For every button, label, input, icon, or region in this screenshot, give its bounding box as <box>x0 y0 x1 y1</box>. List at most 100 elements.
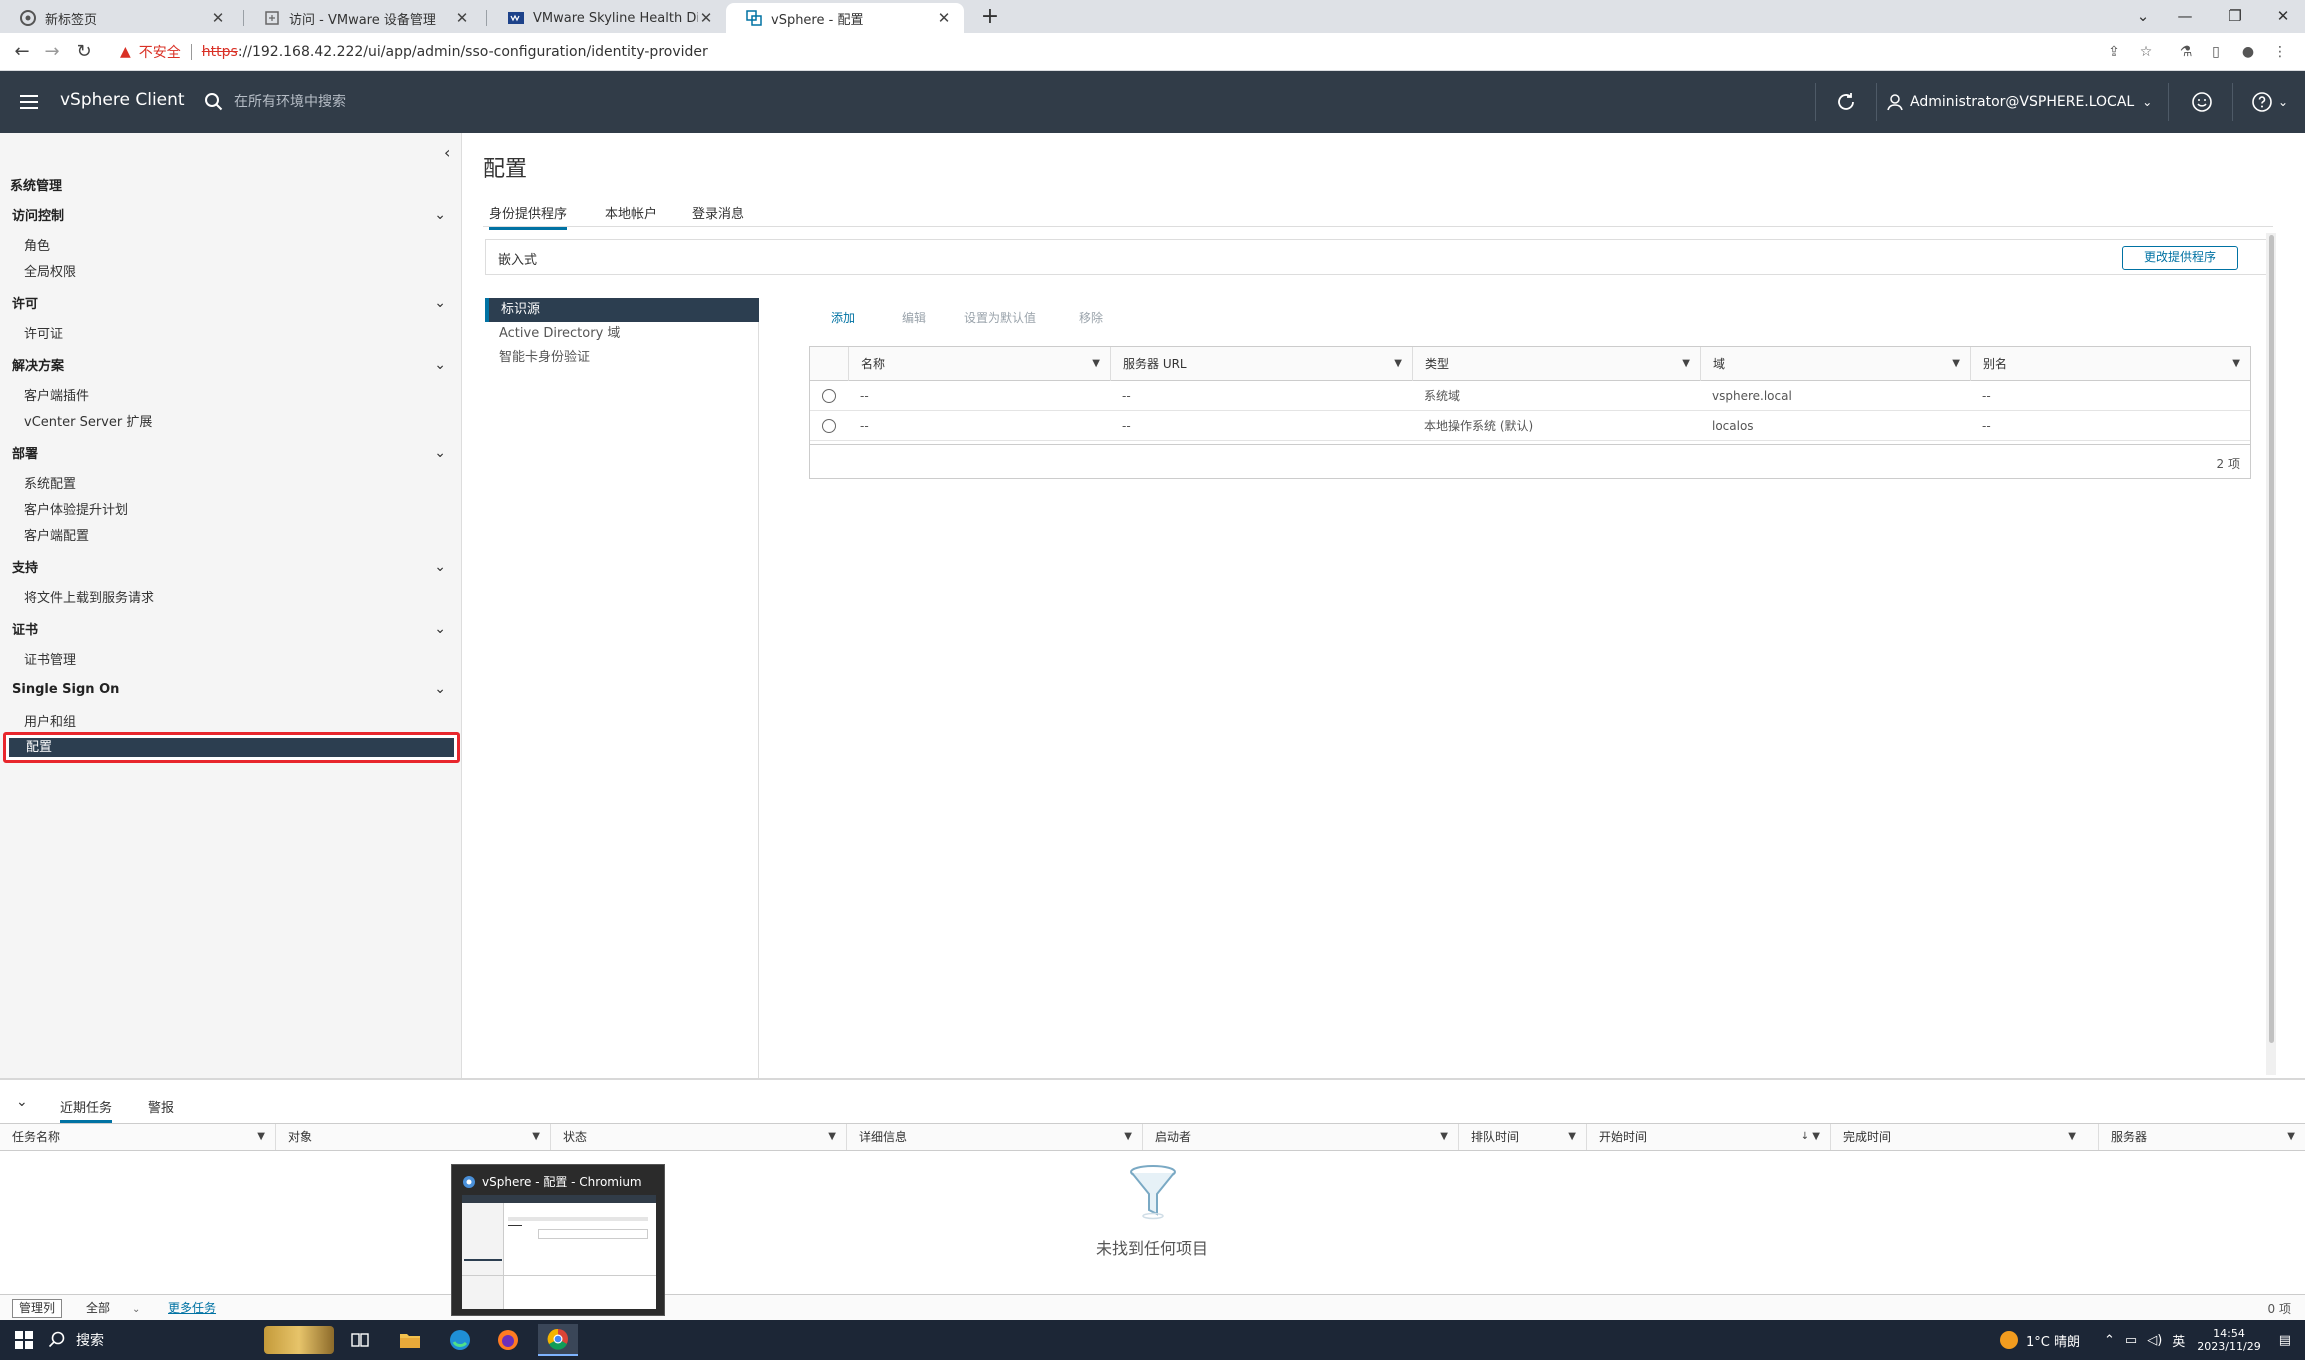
bookmark-star-icon[interactable]: ☆ <box>2136 42 2156 62</box>
clock[interactable]: 14:54 2023/11/29 <box>2197 1327 2260 1353</box>
sidebar-item-global-permissions[interactable]: 全局权限 <box>24 261 76 280</box>
global-search[interactable] <box>204 89 584 115</box>
reload-button[interactable]: ↻ <box>72 40 96 64</box>
network-icon[interactable]: ▭ <box>2125 1333 2137 1348</box>
sidebar-item-upload-file[interactable]: 将文件上载到服务请求 <box>24 587 154 606</box>
filter-icon[interactable]: ▼ <box>828 1124 836 1150</box>
sidebar-group-support[interactable]: 支持 ⌄ <box>12 557 452 577</box>
sidepanel-icon[interactable]: ▯ <box>2206 42 2226 62</box>
column-header-type[interactable]: 类型 ▼ <box>1412 347 1700 381</box>
column-header-details[interactable]: 详细信息 ▼ <box>846 1124 1142 1150</box>
table-row[interactable]: -- -- 本地操作系统 (默认) localos -- <box>810 411 2250 441</box>
browser-tab-vami[interactable]: 访问 - VMware 设备管理 ✕ <box>244 3 482 33</box>
table-row[interactable]: -- -- 系统域 vsphere.local -- <box>810 381 2250 411</box>
notification-icon[interactable]: ▤ <box>2279 1333 2291 1348</box>
filter-icon[interactable]: ▼ <box>532 1124 540 1150</box>
sidebar-group-solutions[interactable]: 解决方案 ⌄ <box>12 355 452 375</box>
sidebar-item-ceip[interactable]: 客户体验提升计划 <box>24 499 128 518</box>
sidebar-item-licenses[interactable]: 许可证 <box>24 323 63 342</box>
extensions-icon[interactable]: ⚗ <box>2176 42 2196 62</box>
column-header-queued-time[interactable]: 排队时间 ▼ <box>1458 1124 1586 1150</box>
share-icon[interactable]: ⇪ <box>2104 42 2124 62</box>
user-menu[interactable]: Administrator@VSPHERE.LOCAL ⌄ <box>1886 91 2152 113</box>
sidebar-item-system-config[interactable]: 系统配置 <box>24 473 76 492</box>
profile-icon[interactable]: ● <box>2238 42 2258 62</box>
sidebar-group-deployment[interactable]: 部署 ⌄ <box>12 443 452 463</box>
filter-icon[interactable]: ↓ ▼ <box>1801 1124 1820 1150</box>
filter-icon[interactable]: ▼ <box>2068 1124 2076 1150</box>
new-tab-button[interactable]: + <box>978 6 1002 30</box>
close-icon[interactable]: ✕ <box>936 9 952 27</box>
tab-recent-tasks[interactable]: 近期任务 <box>60 1097 113 1123</box>
sidebar-group-licensing[interactable]: 许可 ⌄ <box>12 293 452 313</box>
forward-button[interactable]: → <box>40 40 64 64</box>
column-header-object[interactable]: 对象 ▼ <box>275 1124 550 1150</box>
scrollbar-thumb[interactable] <box>2269 235 2274 1043</box>
filter-icon[interactable]: ▼ <box>2287 1124 2295 1150</box>
chevron-down-icon[interactable]: ⌄ <box>2126 4 2160 28</box>
browser-tab-new-tab[interactable]: 新标签页 ✕ <box>0 3 238 33</box>
filter-icon[interactable]: ▼ <box>1568 1124 1576 1150</box>
row-select-radio[interactable] <box>822 389 836 403</box>
sidebar-group-access-control[interactable]: 访问控制 ⌄ <box>12 205 452 225</box>
close-icon[interactable]: ✕ <box>454 9 470 27</box>
column-header-status[interactable]: 状态 ▼ <box>550 1124 846 1150</box>
edit-button[interactable]: 编辑 <box>902 309 926 326</box>
column-header-initiator[interactable]: 启动者 ▼ <box>1142 1124 1458 1150</box>
close-icon[interactable]: ✕ <box>698 9 714 27</box>
restore-button[interactable]: ❐ <box>2218 4 2252 28</box>
chromium-taskbar-icon[interactable] <box>538 1324 578 1356</box>
browser-tab-skyline[interactable]: VMware Skyline Health Diagno ✕ <box>488 3 726 33</box>
column-header-server[interactable]: 服务器 ▼ <box>2098 1124 2305 1150</box>
subnav-identity-sources[interactable]: 标识源 <box>485 298 759 322</box>
subnav-ad-domain[interactable]: Active Directory 域 <box>485 322 759 346</box>
task-view-icon[interactable] <box>340 1324 380 1356</box>
column-header-name[interactable]: 名称 ▼ <box>848 347 1110 381</box>
close-icon[interactable]: ✕ <box>210 9 226 27</box>
back-button[interactable]: ← <box>10 40 34 64</box>
sidebar-group-certificates[interactable]: 证书 ⌄ <box>12 619 452 639</box>
filter-icon[interactable]: ▼ <box>1394 347 1402 381</box>
sidebar-item-client-config[interactable]: 客户端配置 <box>24 525 89 544</box>
chevron-down-icon[interactable]: ⌄ <box>16 1094 28 1110</box>
more-tasks-link[interactable]: 更多任务 <box>168 1299 216 1316</box>
filter-icon[interactable]: ▼ <box>1682 347 1690 381</box>
filter-icon[interactable]: ▼ <box>1440 1124 1448 1150</box>
sidebar-item-roles[interactable]: 角色 <box>24 235 50 254</box>
tab-login-message[interactable]: 登录消息 <box>692 203 744 227</box>
filter-icon[interactable]: ▼ <box>257 1124 265 1150</box>
tab-alarms[interactable]: 警报 <box>148 1097 174 1120</box>
filter-icon[interactable]: ▼ <box>1092 347 1100 381</box>
search-input[interactable] <box>234 94 554 110</box>
remove-button[interactable]: 移除 <box>1079 309 1103 326</box>
filter-icon[interactable]: ▼ <box>1124 1124 1132 1150</box>
windows-start-button[interactable] <box>4 1324 44 1356</box>
close-window-button[interactable]: ✕ <box>2266 4 2300 28</box>
set-default-button[interactable]: 设置为默认值 <box>964 309 1036 326</box>
column-header-domain[interactable]: 域 ▼ <box>1700 347 1970 381</box>
task-filter-select[interactable]: 全部 ⌄ <box>86 1299 140 1316</box>
firefox-icon[interactable] <box>488 1324 528 1356</box>
ime-icon[interactable]: 英 <box>2172 1331 2185 1350</box>
filter-icon[interactable]: ▼ <box>1952 347 1960 381</box>
column-header-task-name[interactable]: 任务名称 ▼ <box>0 1124 275 1150</box>
subnav-smartcard[interactable]: 智能卡身份验证 <box>485 346 759 370</box>
column-header-server-url[interactable]: 服务器 URL ▼ <box>1110 347 1412 381</box>
file-explorer-icon[interactable] <box>390 1324 430 1356</box>
sidebar-group-sso[interactable]: Single Sign On ⌄ <box>12 681 452 697</box>
url-field[interactable]: ▲ 不安全 https ://192.168.42.222/ui/app/adm… <box>112 37 2152 67</box>
volume-icon[interactable]: ◁) <box>2147 1333 2162 1348</box>
menu-dots-icon[interactable]: ⋮ <box>2270 42 2290 62</box>
sidebar-item-client-plugins[interactable]: 客户端插件 <box>24 385 89 404</box>
column-header-completion-time[interactable]: 完成时间 ▼ <box>1830 1124 2086 1150</box>
add-button[interactable]: 添加 <box>831 309 855 326</box>
sidebar-item-cert-management[interactable]: 证书管理 <box>24 649 76 668</box>
hamburger-menu-icon[interactable] <box>18 91 40 113</box>
sidebar-item-users-groups[interactable]: 用户和组 <box>24 711 76 730</box>
browser-tab-vsphere[interactable]: vSphere - 配置 ✕ <box>726 3 964 33</box>
help-menu[interactable]: ⌄ <box>2250 90 2290 114</box>
tab-local-accounts[interactable]: 本地帐户 <box>605 203 657 227</box>
taskbar-thumbnail-preview[interactable]: vSphere - 配置 - Chromium <box>451 1164 665 1316</box>
minimize-button[interactable]: — <box>2168 4 2202 28</box>
sidebar-item-configuration[interactable]: 配置 <box>3 732 460 763</box>
